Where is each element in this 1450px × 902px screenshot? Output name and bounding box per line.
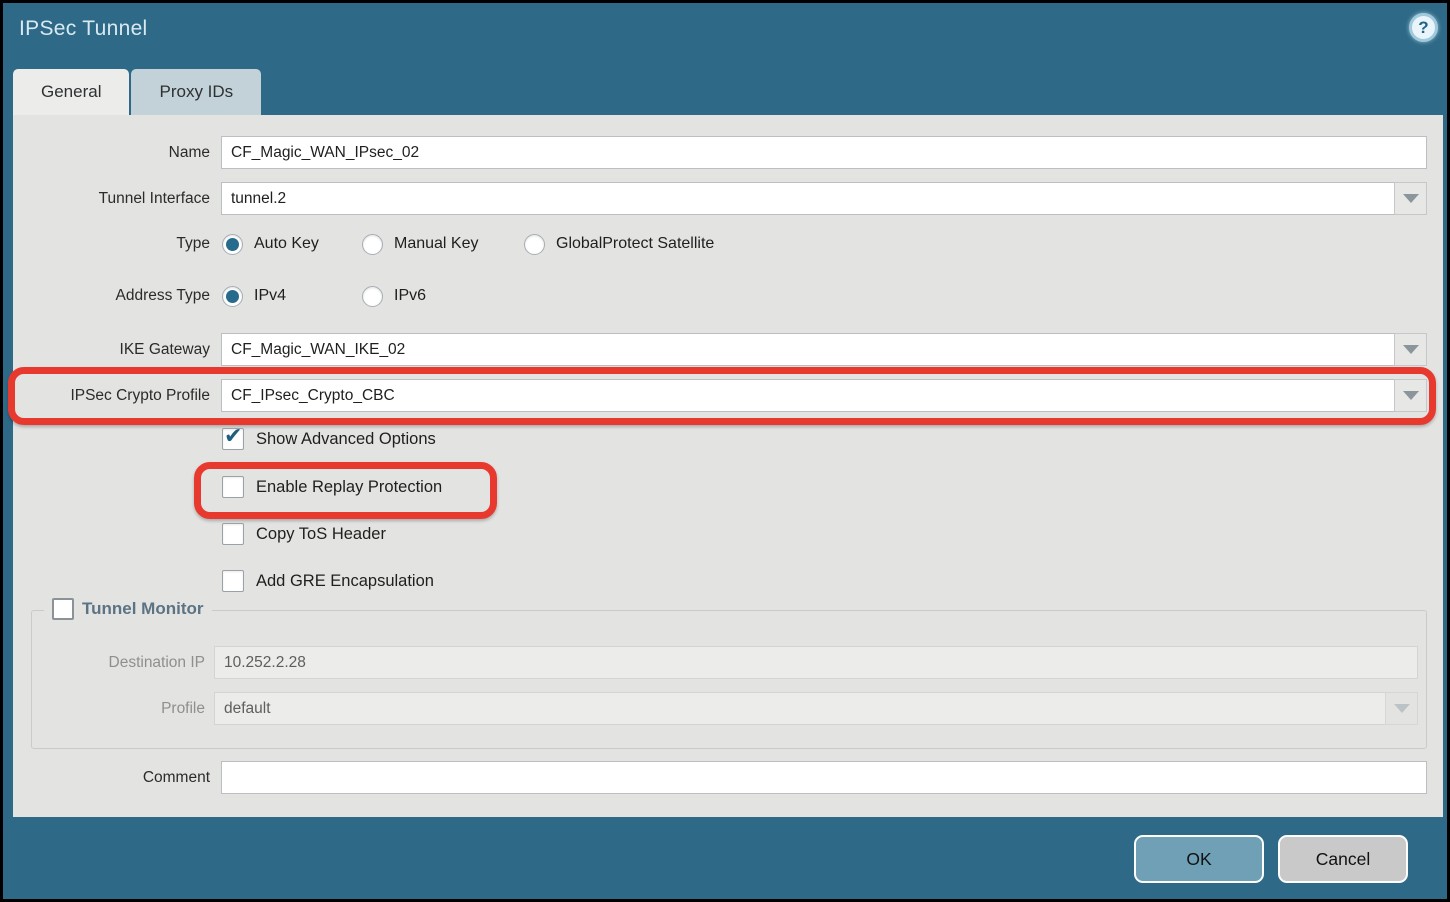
ipsec-crypto-profile-row: IPSec Crypto Profile CF_IPsec_Crypto_CBC [13, 379, 1443, 412]
checkbox-add-gre-encapsulation[interactable]: Add GRE Encapsulation [222, 570, 434, 592]
profile-row: Profile default [32, 692, 1426, 725]
radio-button-icon [524, 234, 545, 255]
comment-label: Comment [13, 769, 210, 787]
ipsec-crypto-profile-select[interactable]: CF_IPsec_Crypto_CBC [221, 379, 1427, 412]
destination-ip-row: Destination IP 10.252.2.28 [32, 646, 1426, 679]
checkbox-enable-replay-protection[interactable]: Enable Replay Protection [222, 476, 442, 498]
tab-proxy-ids[interactable]: Proxy IDs [131, 69, 261, 115]
tab-bar: General Proxy IDs [13, 69, 263, 115]
checkbox-tunnel-monitor[interactable]: Tunnel Monitor [44, 598, 212, 620]
radio-button-icon [362, 286, 383, 307]
profile-dropdown-button [1385, 692, 1418, 725]
ike-gateway-value: CF_Magic_WAN_IKE_02 [231, 341, 405, 359]
destination-ip-input: 10.252.2.28 [214, 646, 1418, 679]
general-tab-panel: Name CF_Magic_WAN_IPsec_02 Tunnel Interf… [13, 115, 1443, 817]
tab-general[interactable]: General [13, 69, 129, 115]
tunnel-interface-select[interactable]: tunnel.2 [221, 182, 1427, 215]
title-bar: IPSec Tunnel ? [3, 3, 1447, 66]
address-type-row: Address Type IPv4 IPv6 [13, 283, 1443, 309]
checkbox-icon [52, 598, 74, 620]
name-label: Name [13, 144, 210, 162]
radio-button-icon [222, 286, 243, 307]
radio-ipv6[interactable]: IPv6 [362, 283, 426, 309]
tunnel-monitor-group: Tunnel Monitor Destination IP 10.252.2.2… [31, 610, 1427, 749]
type-label: Type [13, 235, 210, 253]
tunnel-interface-dropdown-button[interactable] [1394, 182, 1427, 215]
profile-label: Profile [32, 700, 205, 718]
tunnel-interface-label: Tunnel Interface [13, 190, 210, 208]
checkbox-icon [222, 570, 244, 592]
radio-auto-key[interactable]: Auto Key [222, 231, 319, 257]
tunnel-interface-value: tunnel.2 [231, 190, 286, 208]
checkbox-icon [222, 523, 244, 545]
profile-select: default [214, 692, 1418, 725]
radio-ipv4[interactable]: IPv4 [222, 283, 286, 309]
checkbox-icon [222, 476, 244, 498]
ipsec-tunnel-dialog: IPSec Tunnel ? General Proxy IDs Name CF… [0, 0, 1450, 902]
tunnel-interface-row: Tunnel Interface tunnel.2 [13, 182, 1443, 215]
address-type-label: Address Type [13, 287, 210, 305]
radio-button-icon [362, 234, 383, 255]
ipsec-crypto-profile-label: IPSec Crypto Profile [13, 387, 210, 405]
help-icon[interactable]: ? [1409, 13, 1438, 42]
profile-value: default [224, 700, 271, 718]
cancel-button[interactable]: Cancel [1278, 835, 1408, 883]
ike-gateway-select[interactable]: CF_Magic_WAN_IKE_02 [221, 333, 1427, 366]
checkbox-icon [222, 428, 244, 450]
chevron-down-icon [1403, 345, 1419, 354]
type-row: Type Auto Key Manual Key GlobalProtect S… [13, 231, 1443, 257]
dialog-footer: OK Cancel [3, 817, 1447, 902]
radio-globalprotect-satellite[interactable]: GlobalProtect Satellite [524, 231, 714, 257]
ike-gateway-row: IKE Gateway CF_Magic_WAN_IKE_02 [13, 333, 1443, 366]
comment-row: Comment [13, 761, 1443, 794]
comment-input[interactable] [221, 761, 1427, 794]
name-input[interactable]: CF_Magic_WAN_IPsec_02 [221, 136, 1427, 169]
destination-ip-label: Destination IP [32, 654, 205, 672]
dialog-title: IPSec Tunnel [19, 17, 148, 41]
radio-manual-key[interactable]: Manual Key [362, 231, 479, 257]
chevron-down-icon [1394, 704, 1410, 713]
ipsec-crypto-profile-dropdown-button[interactable] [1394, 379, 1427, 412]
checkbox-show-advanced-options[interactable]: Show Advanced Options [222, 428, 436, 450]
chevron-down-icon [1403, 194, 1419, 203]
ike-gateway-dropdown-button[interactable] [1394, 333, 1427, 366]
name-row: Name CF_Magic_WAN_IPsec_02 [13, 136, 1443, 169]
chevron-down-icon [1403, 391, 1419, 400]
radio-button-icon [222, 234, 243, 255]
ipsec-crypto-profile-value: CF_IPsec_Crypto_CBC [231, 387, 395, 405]
checkbox-copy-tos-header[interactable]: Copy ToS Header [222, 523, 386, 545]
ike-gateway-label: IKE Gateway [13, 341, 210, 359]
ok-button[interactable]: OK [1134, 835, 1264, 883]
